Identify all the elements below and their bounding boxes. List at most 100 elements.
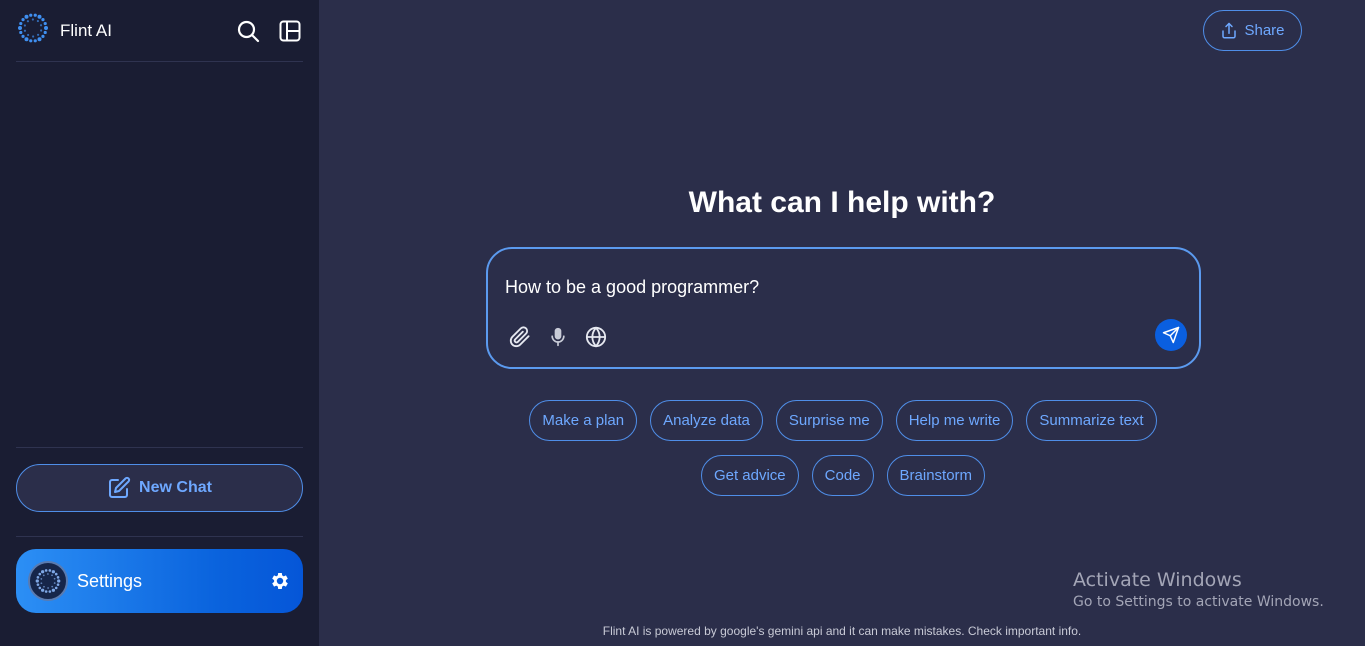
logo-dot — [36, 33, 40, 36]
suggestion-chip[interactable]: Code — [811, 455, 874, 496]
app-root: Flint AI New Chat Settings Share What ca… — [0, 0, 1365, 646]
logo-dot — [42, 574, 45, 577]
logo-dot — [19, 30, 23, 35]
sidebar-toggle-icon — [279, 20, 301, 41]
watermark-subtitle: Go to Settings to activate Windows. — [1073, 594, 1324, 610]
logo-dot — [51, 570, 55, 574]
logo-dot — [18, 26, 22, 30]
logo-dot — [21, 18, 25, 22]
send-icon — [1162, 326, 1180, 344]
new-chat-label: New Chat — [139, 479, 212, 496]
chat-composer[interactable]: How to be a good programmer? — [486, 247, 1201, 369]
attach-button[interactable] — [508, 325, 532, 349]
logo-dot — [37, 37, 42, 42]
search-icon — [237, 20, 260, 42]
logo-dot — [41, 34, 45, 38]
logo-dot — [40, 29, 43, 32]
logo-dot — [40, 578, 43, 580]
edit-icon — [109, 476, 131, 498]
logo-dot — [38, 586, 42, 590]
logo-dot — [56, 576, 60, 579]
windows-activation-watermark: Activate Windows Go to Settings to activ… — [1073, 569, 1324, 610]
logo-dot — [54, 572, 58, 576]
sidebar-divider — [16, 536, 303, 537]
logo-dot — [35, 579, 39, 583]
watermark-title: Activate Windows — [1073, 569, 1242, 591]
logo-dot — [38, 572, 42, 576]
flint-logo-icon — [35, 569, 61, 593]
logo-dot — [39, 24, 43, 27]
gear-icon[interactable] — [269, 570, 291, 592]
send-button[interactable] — [1155, 319, 1187, 351]
logo-dot — [54, 586, 58, 590]
logo-dot — [36, 576, 40, 579]
search-button[interactable] — [235, 18, 261, 44]
logo-dot — [53, 577, 56, 580]
logo-dot — [51, 585, 54, 588]
suggestion-chip[interactable]: Help me write — [895, 400, 1014, 441]
logo-dot — [41, 588, 45, 592]
logo-dot — [29, 13, 33, 17]
logo-dot — [46, 573, 49, 575]
composer-tools — [508, 325, 608, 349]
logo-dot — [19, 21, 23, 26]
logo-dot — [24, 14, 29, 19]
flint-logo-icon — [16, 11, 50, 50]
new-chat-button[interactable]: New Chat — [16, 464, 303, 512]
logo-dot — [44, 590, 48, 593]
logo-dot — [37, 14, 42, 19]
logo-dot — [44, 569, 48, 572]
page-title: What can I help with? — [688, 186, 996, 219]
logo-dot — [43, 585, 45, 588]
logo-dot — [21, 34, 25, 38]
share-button[interactable]: Share — [1203, 10, 1302, 51]
suggestion-chip[interactable]: Make a plan — [529, 400, 638, 441]
logo-dot — [23, 24, 26, 27]
globe-icon — [585, 326, 607, 348]
logo-dot — [51, 574, 53, 577]
paperclip-icon — [509, 326, 530, 348]
web-search-button[interactable] — [584, 325, 608, 349]
settings-label: Settings — [77, 570, 143, 591]
logo-dot — [33, 39, 37, 43]
logo-dot — [51, 588, 55, 592]
logo-dot — [36, 583, 40, 586]
logo-dot — [29, 39, 33, 43]
voice-input-button[interactable] — [546, 325, 570, 349]
suggestion-chip[interactable]: Brainstorm — [886, 455, 986, 496]
suggestion-chip[interactable]: Analyze data — [650, 400, 763, 441]
app-name: Flint AI — [60, 20, 112, 40]
share-icon — [1222, 22, 1237, 38]
logo-dot — [56, 583, 60, 586]
logo-dot — [31, 18, 34, 21]
logo-dot — [43, 21, 47, 26]
suggestion-chips: Make a plan Analyze data Surprise me Help m… — [479, 400, 1207, 496]
logo-dot — [26, 20, 30, 23]
logo-dot — [23, 29, 27, 32]
suggestion-chip[interactable]: Surprise me — [775, 400, 883, 441]
share-label: Share — [1244, 22, 1285, 39]
logo-dot — [41, 18, 45, 22]
logo-dot — [57, 579, 61, 583]
avatar — [28, 561, 68, 601]
logo-dot — [48, 569, 52, 572]
logo-dot — [44, 26, 48, 30]
logo-dot — [47, 587, 50, 589]
suggestion-chip[interactable]: Get advice — [700, 455, 799, 496]
logo-dot — [27, 33, 30, 37]
footer-disclaimer: Flint AI is powered by google's gemini a… — [602, 624, 1082, 638]
message-input[interactable]: How to be a good programmer? — [505, 277, 759, 298]
toggle-sidebar-button[interactable] — [277, 18, 303, 44]
suggestion-chip[interactable]: Summarize text — [1026, 400, 1157, 441]
brand[interactable]: Flint AI — [16, 11, 112, 50]
logo-dot — [36, 19, 39, 23]
settings-button[interactable]: Settings — [16, 549, 303, 613]
logo-dot — [48, 590, 52, 593]
logo-dot — [24, 37, 29, 42]
sidebar-divider — [16, 447, 303, 448]
logo-dot — [43, 30, 47, 35]
logo-dot — [40, 582, 43, 585]
sidebar-header: Flint AI — [16, 0, 303, 62]
logo-dot — [32, 35, 35, 38]
logo-dot — [53, 582, 56, 584]
